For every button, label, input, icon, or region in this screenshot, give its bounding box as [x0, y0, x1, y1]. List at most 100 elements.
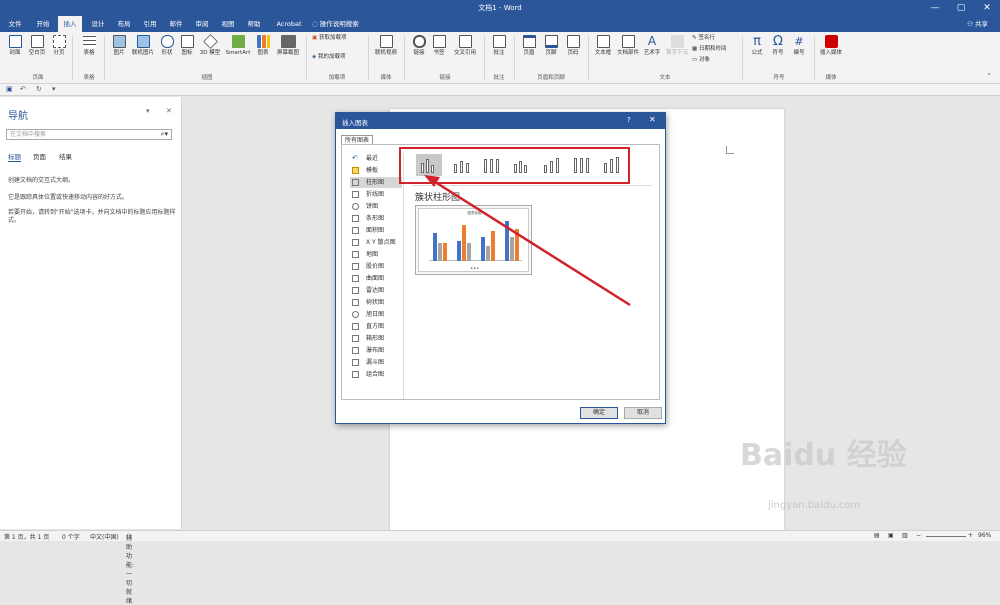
tab-file[interactable]: 文件	[4, 16, 26, 32]
category-sunburst[interactable]: 旭日图	[350, 309, 402, 320]
divider	[404, 36, 405, 80]
maximize-button[interactable]: ▢	[948, 0, 974, 16]
search-icon[interactable]: ⌕▾	[161, 130, 168, 139]
minimize-button[interactable]: —	[922, 0, 948, 16]
category-column[interactable]: 柱形图	[350, 177, 402, 188]
category-treemap[interactable]: 树状图	[350, 297, 402, 308]
insert-media-button[interactable]: 插入媒体	[820, 35, 842, 57]
text-box-button[interactable]: 文本框	[592, 35, 614, 57]
tab-insert[interactable]: 插入	[58, 16, 82, 32]
cover-page-button[interactable]: 封面	[6, 35, 24, 57]
signature-line-button[interactable]: ✎ 签名行	[692, 35, 736, 42]
nav-tab-results[interactable]: 结果	[59, 151, 72, 161]
read-mode-icon[interactable]: ▤	[874, 532, 880, 539]
number-button[interactable]: # 编号	[790, 35, 808, 57]
online-video-button[interactable]: 联机视频	[372, 35, 400, 57]
chart-button[interactable]: 图表	[254, 35, 272, 57]
tell-me-search[interactable]: ◌ 操作说明搜索	[312, 16, 372, 32]
redo-icon[interactable]: ↻	[36, 85, 42, 93]
category-templates[interactable]: 模板	[350, 165, 402, 176]
category-pie[interactable]: 饼图	[350, 201, 402, 212]
share-button[interactable]: ⚇ 共享	[967, 16, 988, 32]
zoom-out-icon[interactable]: −	[916, 532, 921, 539]
nav-tab-pages[interactable]: 页面	[33, 151, 46, 161]
nav-search-input[interactable]: 在文档中搜索 ⌕▾	[6, 129, 172, 140]
tab-home[interactable]: 开始	[32, 16, 54, 32]
category-radar[interactable]: 雷达图	[350, 285, 402, 296]
drop-cap-button[interactable]: 首字下沉	[664, 35, 690, 57]
category-bar[interactable]: 条形图	[350, 213, 402, 224]
quick-parts-button[interactable]: 文档部件	[616, 35, 640, 57]
category-scatter[interactable]: X Y 散点图	[350, 237, 402, 248]
blank-page-button[interactable]: 空白页	[26, 35, 48, 57]
language[interactable]: 中文(中国)	[90, 532, 119, 541]
screenshot-button[interactable]: 屏幕截图	[274, 35, 302, 57]
tab-mailings[interactable]: 邮件	[165, 16, 187, 32]
category-box-whisker[interactable]: 箱形图	[350, 333, 402, 344]
tab-review[interactable]: 审阅	[191, 16, 213, 32]
customize-qat-icon[interactable]: ▾	[52, 85, 56, 93]
category-recent[interactable]: ↶ 最近	[350, 153, 402, 164]
category-area[interactable]: 面积图	[350, 225, 402, 236]
category-map[interactable]: 地图	[350, 249, 402, 260]
category-surface[interactable]: 曲面图	[350, 273, 402, 284]
zoom-level[interactable]: 96%	[978, 532, 991, 539]
footer-button[interactable]: 页脚	[542, 35, 560, 57]
object-button[interactable]: ▭ 对象	[692, 57, 736, 64]
category-funnel[interactable]: 漏斗图	[350, 357, 402, 368]
nav-tab-headings[interactable]: 标题	[8, 151, 21, 162]
3d-models-button[interactable]: 3D 模型	[199, 34, 221, 57]
zoom-slider[interactable]	[926, 536, 966, 537]
page-break-button[interactable]: 分页	[50, 35, 68, 57]
dialog-close-button[interactable]: ✕	[649, 115, 656, 124]
save-icon[interactable]: ▣	[6, 85, 13, 93]
tab-view[interactable]: 视图	[217, 16, 239, 32]
link-button[interactable]: 链接	[410, 35, 428, 57]
bookmark-button[interactable]: 书签	[430, 35, 448, 57]
category-histogram[interactable]: 直方图	[350, 321, 402, 332]
smartart-button[interactable]: SmartArt	[223, 35, 253, 57]
get-addins-button[interactable]: ▣ 获取加载项	[312, 35, 360, 42]
category-combo[interactable]: 组合图	[350, 369, 402, 380]
area-chart-icon	[352, 227, 359, 234]
ok-button[interactable]: 确定	[580, 407, 618, 419]
close-button[interactable]: ✕	[974, 0, 1000, 16]
word-count[interactable]: 0 个字	[62, 532, 80, 541]
tab-layout[interactable]: 布局	[113, 16, 135, 32]
my-addins-button[interactable]: ◈ 我的加载项	[312, 54, 360, 61]
tab-help[interactable]: 帮助	[243, 16, 265, 32]
category-line[interactable]: 折线图	[350, 189, 402, 200]
divider	[104, 36, 105, 80]
tab-references[interactable]: 引用	[139, 16, 161, 32]
symbol-button[interactable]: Ω 符号	[769, 35, 787, 57]
radar-chart-icon	[352, 287, 359, 294]
nav-options-icon[interactable]: ▾	[146, 107, 150, 115]
cancel-button[interactable]: 取消	[624, 407, 662, 419]
tab-acrobat[interactable]: Acrobat	[272, 16, 306, 32]
web-layout-icon[interactable]: ▥	[902, 532, 908, 539]
date-time-button[interactable]: ▦ 日期和时间	[692, 46, 736, 53]
help-button[interactable]: ?	[627, 116, 631, 124]
category-stock[interactable]: 股价图	[350, 261, 402, 272]
shapes-button[interactable]: 形状	[158, 35, 176, 57]
print-layout-icon[interactable]: ▣	[888, 532, 894, 539]
undo-icon[interactable]: ↶	[20, 85, 26, 93]
equation-button[interactable]: π 公式	[748, 35, 766, 57]
category-waterfall[interactable]: 瀑布图	[350, 345, 402, 356]
tab-design[interactable]: 设计	[87, 16, 109, 32]
nav-close-icon[interactable]: ✕	[166, 107, 172, 115]
collapse-ribbon-icon[interactable]: ⌃	[986, 72, 992, 80]
wordart-button[interactable]: A 艺术字	[641, 35, 663, 57]
object-icon: ▭	[692, 57, 699, 63]
page-count[interactable]: 第 1 页，共 1 页	[4, 532, 49, 541]
pictures-button[interactable]: 图片	[110, 35, 128, 57]
comment-button[interactable]: 批注	[488, 35, 510, 57]
zoom-in-icon[interactable]: +	[968, 532, 973, 539]
header-button[interactable]: 页眉	[520, 35, 538, 57]
page-number-button[interactable]: 页码	[564, 35, 582, 57]
online-pictures-button[interactable]: 联机图片	[130, 35, 156, 57]
pi-icon: π	[753, 34, 761, 49]
cross-reference-button[interactable]: 交叉引用	[450, 35, 480, 57]
icons-button[interactable]: 图标	[179, 35, 195, 57]
table-button[interactable]: 表格	[78, 35, 100, 57]
